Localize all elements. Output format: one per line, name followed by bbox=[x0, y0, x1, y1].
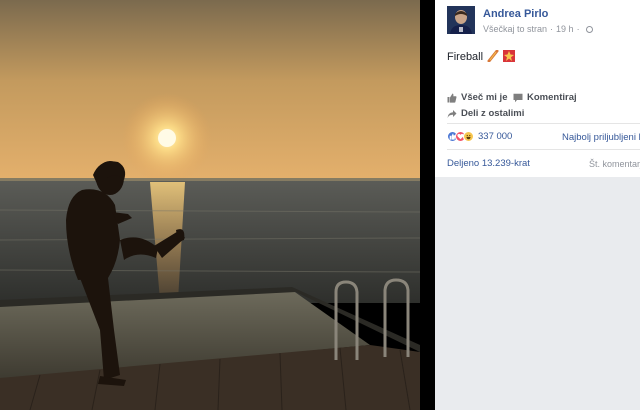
divider bbox=[447, 149, 640, 150]
meta-separator: · bbox=[576, 24, 580, 34]
post-message: Fireball bbox=[447, 51, 484, 63]
shares-count[interactable]: Deljeno 13.239-krat bbox=[447, 158, 530, 169]
post-meta: Všečkaj to stran · 19 h · bbox=[483, 24, 593, 34]
post-sidebar: Andrea Pirlo Všečkaj to stran · 19 h · Fire… bbox=[435, 0, 640, 410]
avatar-photo bbox=[447, 6, 475, 34]
sunset-photo bbox=[0, 0, 420, 410]
post-photo[interactable] bbox=[0, 0, 420, 410]
reactions-count: 337 000 bbox=[478, 131, 513, 142]
author-name[interactable]: Andrea Pirlo bbox=[483, 8, 548, 20]
share-arrow-icon bbox=[447, 109, 457, 118]
haha-reaction-icon bbox=[463, 131, 474, 142]
post-text: Fireball bbox=[447, 49, 516, 65]
avatar[interactable] bbox=[447, 6, 475, 34]
post-card: Andrea Pirlo Všečkaj to stran · 19 h · Fire… bbox=[435, 0, 640, 177]
football-icon bbox=[487, 49, 499, 65]
comments-count: Št. komentarj bbox=[589, 159, 640, 169]
top-comments-dropdown[interactable]: Najbolj priljubljeni k bbox=[562, 132, 640, 143]
globe-icon bbox=[585, 26, 593, 33]
comment-button[interactable]: Komentiraj bbox=[513, 92, 577, 103]
comment-icon bbox=[513, 93, 523, 102]
share-button[interactable]: Deli z ostalimi bbox=[447, 108, 524, 119]
meta-separator: · bbox=[550, 24, 554, 34]
like-button[interactable]: Všeč mi je bbox=[447, 92, 507, 103]
fire-explosion-icon bbox=[503, 50, 516, 65]
like-label: Všeč mi je bbox=[461, 92, 508, 103]
reactions-summary[interactable]: 337 000 bbox=[447, 131, 512, 142]
share-label: Deli z ostalimi bbox=[461, 108, 525, 119]
audience-link[interactable]: Všečkaj to stran bbox=[483, 24, 547, 34]
post-time[interactable]: 19 h bbox=[556, 24, 574, 34]
thumbs-up-icon bbox=[447, 93, 457, 103]
divider bbox=[447, 123, 640, 124]
comment-label: Komentiraj bbox=[527, 92, 577, 103]
